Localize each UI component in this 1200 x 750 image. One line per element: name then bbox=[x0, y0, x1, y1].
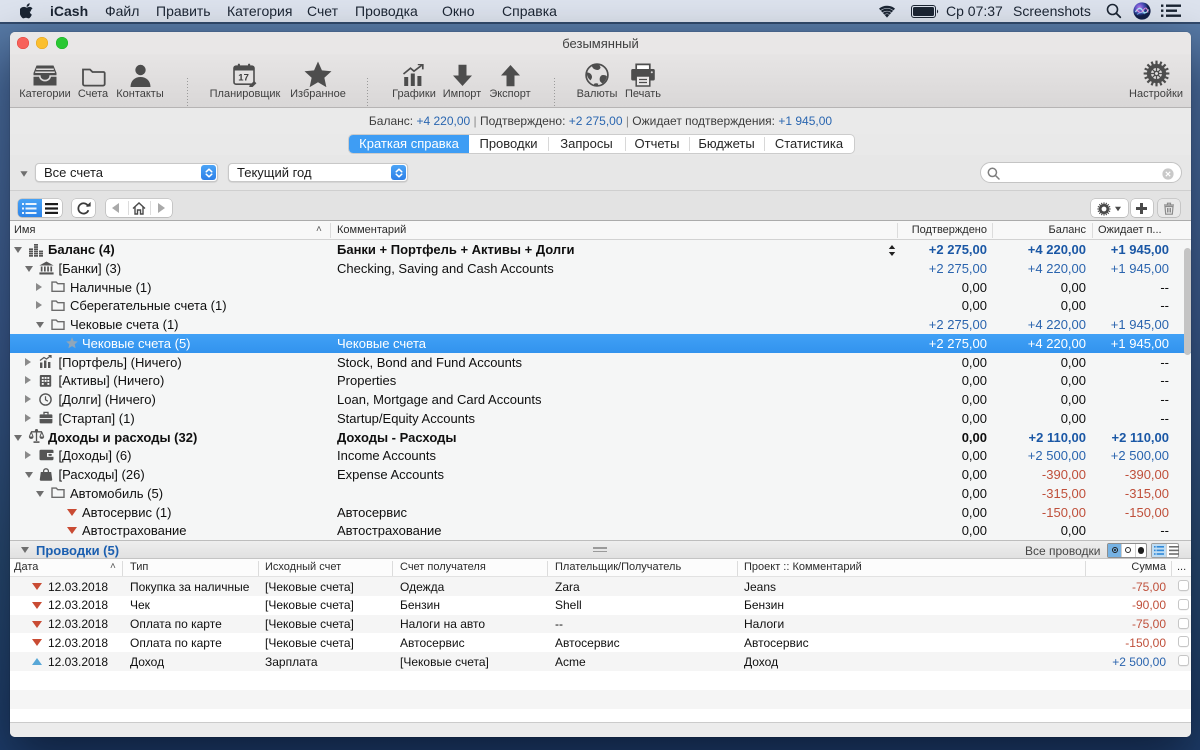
svg-text:17: 17 bbox=[238, 73, 249, 84]
